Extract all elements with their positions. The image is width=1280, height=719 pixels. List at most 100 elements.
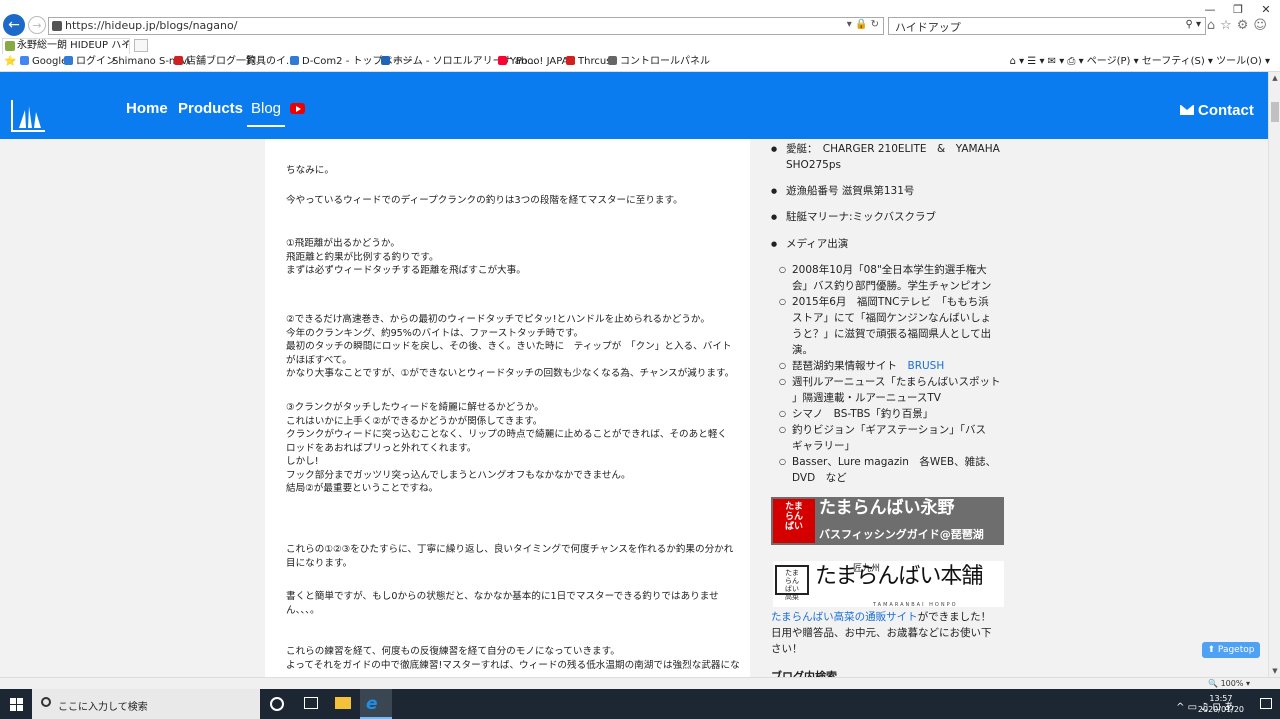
shop-link[interactable]: たまらんばい高菜の通販サイト bbox=[771, 611, 918, 623]
media-item: 週刊ルアーニュース「たまらんばいスポット」隔週連載・ルアーニュースTV bbox=[779, 374, 1005, 406]
start-button[interactable] bbox=[0, 689, 32, 719]
article-line: 書くと簡単ですが、もし0からの状態だと、なかなか基本的に1日でマスターできる釣り… bbox=[286, 591, 719, 602]
address-bar[interactable]: https://hideup.jp/blogs/nagano/ ▾ 🔒 ↻ bbox=[48, 17, 884, 35]
media-item: 2008年10月「08"全日本学生釣選手権大会」バス釣り部門優勝。学生チャンピオ… bbox=[779, 262, 1005, 294]
media-item-line: ストア」にて「福岡ケンジンなんばいしょ bbox=[792, 312, 992, 324]
favorite-thrcus[interactable]: Thrcus bbox=[566, 55, 611, 69]
youtube-icon[interactable] bbox=[290, 103, 305, 114]
media-item-line: DVD など bbox=[792, 472, 847, 484]
honpo-badge: たま らん ばい 高菜 bbox=[775, 565, 809, 601]
article-paragraph: これらの①②③をひたすらに、丁寧に繰り返し、良いタイミングで何度チャンスを作れる… bbox=[286, 543, 733, 570]
address-url: https://hideup.jp/blogs/nagano/ bbox=[65, 19, 238, 32]
favorites-bar: ⭐ Google ログイン Shimano S-navi 店舗ブログ一覧 釣具の… bbox=[0, 54, 1280, 70]
search-text: ハイドアップ bbox=[895, 21, 961, 34]
command-bar[interactable]: ⌂ ▾ ☰ ▾ ✉ ▾ ⎙ ▾ ページ(P) ▾ セーフティ(S) ▾ ツール(… bbox=[1010, 55, 1270, 69]
close-button[interactable]: ✕ bbox=[1252, 0, 1280, 20]
cortana-icon[interactable] bbox=[270, 697, 284, 711]
blog-article: ちなみに。今やっているウィードでのディープクランクの釣りは3つの段階を経てマスタ… bbox=[265, 139, 750, 677]
search-icon bbox=[41, 697, 51, 707]
tamaranbai-guide-banner[interactable]: たま らん ばい たまらんばい永野 バスフィッシングガイド@琵琶湖 bbox=[771, 497, 1004, 545]
nav-home[interactable]: Home bbox=[126, 100, 168, 117]
article-line: 今やっているウィードでのディープクランクの釣りは3つの段階を経てマスターに至りま… bbox=[286, 195, 683, 206]
article-line: これらの練習を経て、何度もの反復練習を経て自分のモノになっていきます。 bbox=[286, 646, 620, 657]
minimize-button[interactable]: — bbox=[1196, 0, 1224, 20]
mail-icon bbox=[1180, 105, 1194, 115]
article-paragraph: ちなみに。 bbox=[286, 164, 731, 178]
media-item: 2015年6月 福岡TNCテレビ 「ももち浜ストア」にて「福岡ケンジンなんばいし… bbox=[779, 294, 1005, 358]
media-item-line: ギャラリー」 bbox=[792, 440, 855, 452]
article-line: ロッドをあおればプリっと外れてくれます。 bbox=[286, 442, 477, 454]
task-view-icon[interactable] bbox=[304, 697, 318, 709]
forward-button[interactable]: → bbox=[28, 16, 46, 34]
taskbar-search[interactable]: ここに入力して検索 bbox=[32, 689, 260, 719]
media-item-line: 会」バス釣り部門優勝。学生チャンピオン bbox=[792, 280, 992, 292]
favorite-login[interactable]: ログイン bbox=[64, 55, 116, 69]
favorite-google[interactable]: Google bbox=[20, 55, 67, 69]
favorite-icon bbox=[498, 56, 507, 65]
banner-red-badge: たま らん ばい bbox=[773, 499, 815, 543]
media-item-line: 週刊ルアーニュース「たまらんばいスポット bbox=[792, 376, 1001, 388]
file-explorer-icon[interactable] bbox=[335, 697, 351, 709]
article-paragraph: これらの練習を経て、何度もの反復練習を経て自分のモノになっていきます。 よってそれ… bbox=[286, 645, 740, 672]
honpo-title: たまらんばい本舗 bbox=[815, 564, 983, 589]
article-paragraph: ③クランクがタッチしたウィードを綺麗に解せるかどうか。 これはいかに上手く②ができ… bbox=[286, 401, 731, 496]
nav-blog[interactable]: Blog bbox=[251, 100, 281, 117]
media-item-line: 2008年10月「08"全日本学生釣選手権大 bbox=[792, 264, 987, 276]
clock-date: 2020/01/20 bbox=[1197, 705, 1244, 714]
scroll-up-icon[interactable]: ▲ bbox=[1269, 74, 1280, 82]
pagetop-button[interactable]: ⬆ Pagetop bbox=[1202, 642, 1260, 658]
article-line: ③クランクがタッチしたウィードを綺麗に解せるかどうか。 bbox=[286, 402, 544, 413]
article-paragraph: ①飛距離が出るかどうか。 飛距離と釣果が比例する釣りです。 まずは必ずウィードタッチ… bbox=[286, 237, 731, 278]
sidebar-marina: 駐艇マリーナ:ミックバスクラブ bbox=[771, 209, 1011, 225]
new-tab-button[interactable] bbox=[134, 39, 148, 52]
back-button[interactable]: ← bbox=[3, 14, 25, 36]
clock[interactable]: 13:57 2020/01/20 bbox=[1198, 693, 1244, 715]
shop-text-2: 日用や贈答品、お中元、お歳暮などにお使い下 bbox=[771, 627, 992, 639]
media-item: シマノ BS-TBS「釣り百景」 bbox=[779, 406, 1005, 422]
profile-sidebar: 愛艇： CHARGER 210ELITE & YAMAHASHO275ps 遊漁… bbox=[765, 139, 1010, 677]
search-input[interactable]: ハイドアップ ⚲ ▾ bbox=[888, 17, 1206, 35]
tamaranbai-honpo-banner[interactable]: たま らん ばい 高菜 匠九州 たまらんばい本舗 TAMARANBAI HONP… bbox=[773, 561, 1004, 608]
home-icon[interactable]: ⌂ ▾ ☰ ▾ ✉ ▾ ⎙ ▾ bbox=[1010, 56, 1087, 67]
tab-close-icon[interactable]: ✕ bbox=[122, 39, 130, 49]
scrollbar-thumb[interactable] bbox=[1271, 102, 1279, 122]
media-item-line: Basser、Lure magazin 各WEB、雑誌、 bbox=[792, 456, 997, 468]
zoom-level[interactable]: 🔍 100% ▾ bbox=[1208, 678, 1250, 689]
command-menu-text: ページ(P) ▾ セーフティ(S) ▾ ツール(O) ▾ bbox=[1086, 56, 1270, 67]
article-line: フック部分までガッツリ突っ込んでしまうとハングオフもなかなかできません。 bbox=[286, 469, 631, 481]
lock-refresh-icon[interactable]: ▾ 🔒 ↻ bbox=[847, 19, 879, 30]
site-header: Home Products Blog Contact bbox=[0, 72, 1268, 139]
media-item-line: 」隔週連載・ルアーニュースTV bbox=[792, 392, 941, 404]
article-line: ①飛距離が出るかどうか。 bbox=[286, 238, 400, 249]
maximize-button[interactable]: ❐ bbox=[1224, 0, 1252, 20]
search-icon[interactable]: ⚲ ▾ bbox=[1185, 19, 1201, 30]
site-favicon-icon bbox=[52, 21, 62, 31]
favorite-store-blogs[interactable]: 店舗ブログ一覧 bbox=[174, 55, 256, 69]
brush-link[interactable]: BRUSH bbox=[908, 360, 945, 372]
favorite-tackle[interactable]: 釣具のイ... bbox=[246, 55, 296, 69]
scroll-down-icon[interactable]: ▼ bbox=[1269, 667, 1280, 675]
windows-taskbar: ここに入力して検索 e ^ ▭ ♫ ⊡ あ 13:57 2020/01/20 bbox=[0, 689, 1280, 719]
shop-text-3: さい！ bbox=[771, 643, 803, 655]
favorite-yahoo[interactable]: Yahoo! JAPAN bbox=[498, 55, 576, 69]
article-line: クランクがウィードに突っ込むことなく、リップの時点で綺麗に止めることができれば、… bbox=[286, 429, 728, 440]
vertical-scrollbar[interactable]: ▲ ▼ bbox=[1268, 72, 1280, 677]
internet-explorer-icon[interactable]: e bbox=[366, 695, 386, 715]
notification-icon[interactable] bbox=[1260, 698, 1272, 709]
page-content: ちなみに。今やっているウィードでのディープクランクの釣りは3つの段階を経てマスタ… bbox=[0, 139, 1268, 677]
favorite-control-panel[interactable]: コントロールパネル bbox=[608, 55, 710, 69]
clock-time: 13:57 bbox=[1209, 694, 1233, 703]
tab-active[interactable]: 永野総一朗 HIDEUP ハイドア... bbox=[2, 38, 130, 54]
favorite-icon bbox=[608, 56, 617, 65]
nav-products[interactable]: Products bbox=[178, 100, 243, 117]
media-item-line: 釣りビジョン「ギアステーション」「バス bbox=[792, 424, 987, 436]
windows-logo-icon bbox=[10, 698, 16, 704]
media-item: 琵琶湖釣果情報サイト BRUSH bbox=[779, 358, 1005, 374]
favorite-icon bbox=[64, 56, 73, 65]
favorites-star-icon[interactable]: ⭐ bbox=[4, 55, 16, 69]
media-item-line: 演。 bbox=[792, 344, 813, 356]
contact-button[interactable]: Contact bbox=[1180, 102, 1254, 119]
hideup-logo[interactable] bbox=[11, 100, 45, 132]
sidebar-boat: 愛艇： CHARGER 210ELITE & YAMAHASHO275ps bbox=[771, 141, 1011, 173]
toolbar-icons[interactable]: ⌂☆⚙☺ bbox=[1207, 18, 1272, 33]
